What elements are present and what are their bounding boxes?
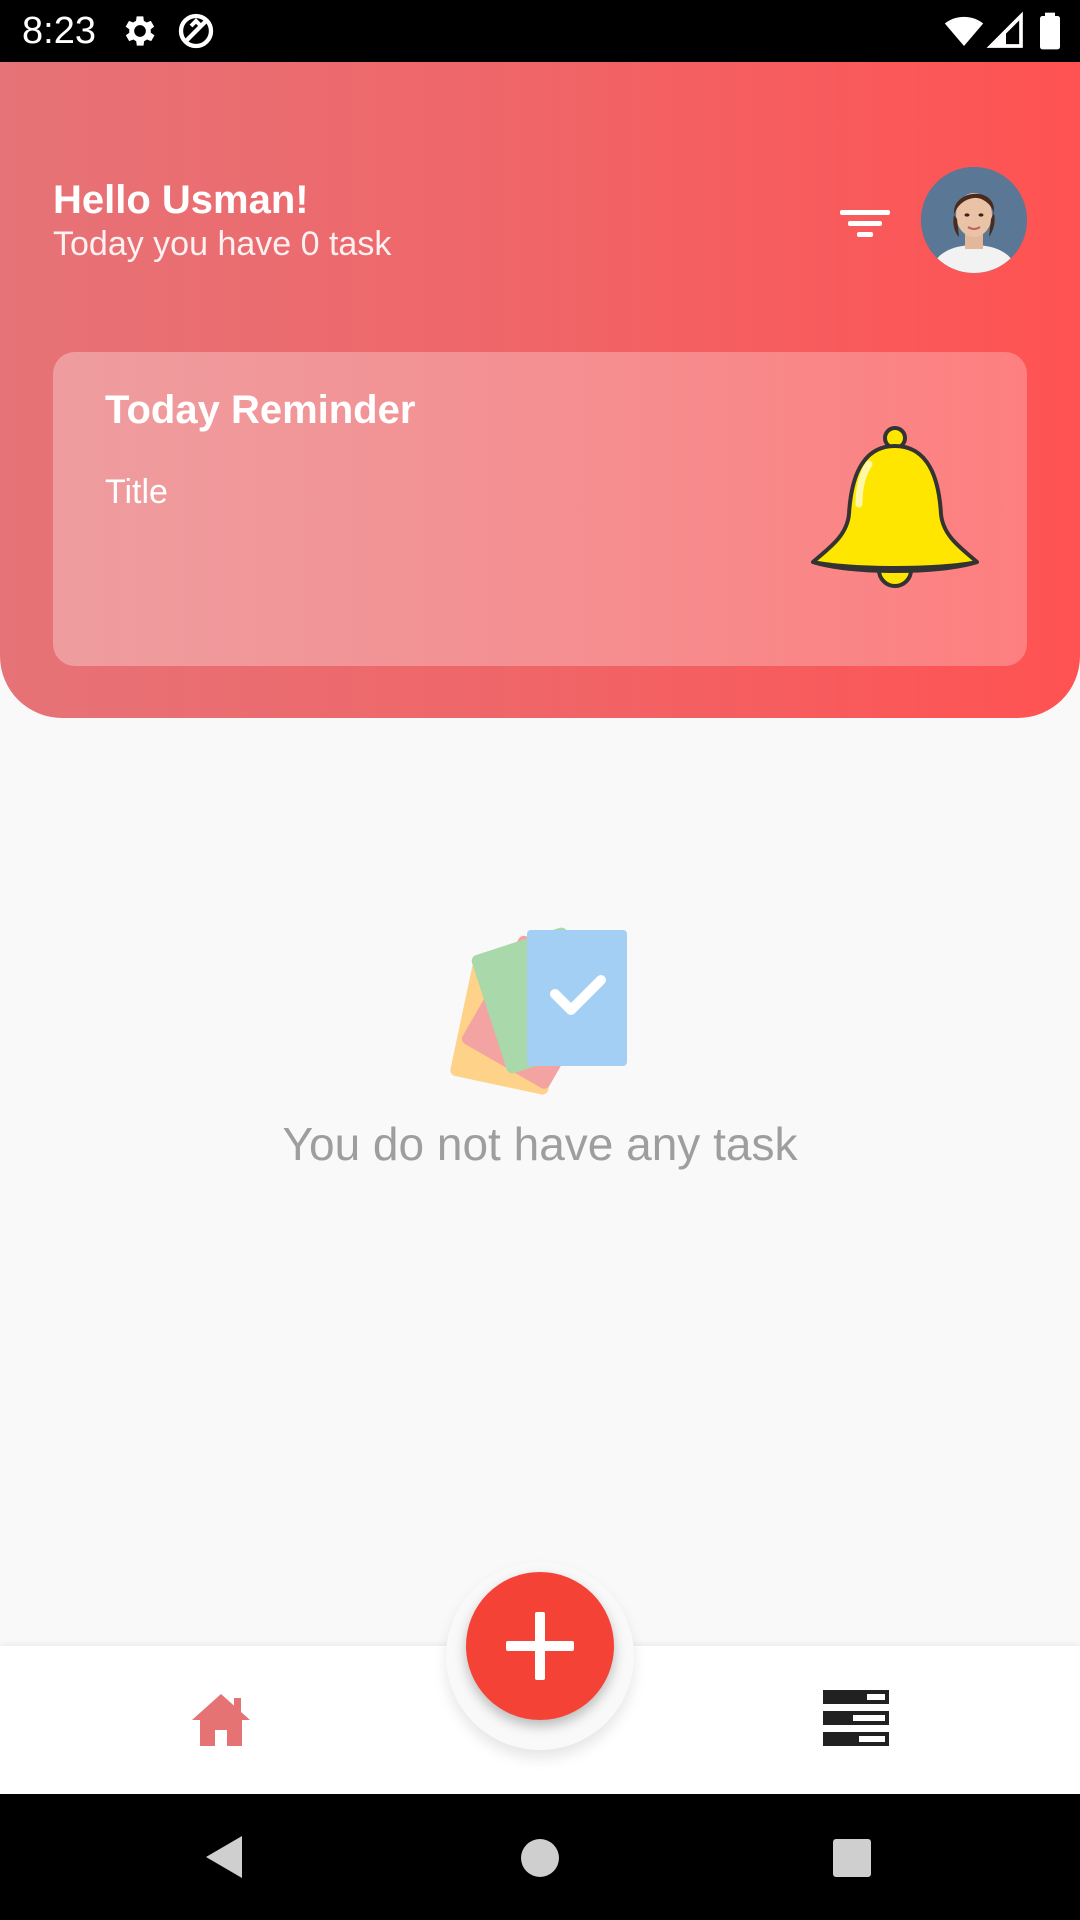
back-icon[interactable] bbox=[204, 1834, 244, 1880]
recents-icon[interactable] bbox=[832, 1838, 872, 1878]
wifi-icon bbox=[944, 16, 984, 46]
reminder-card[interactable]: Today Reminder Title bbox=[53, 352, 1027, 666]
home-circle-icon[interactable] bbox=[520, 1838, 560, 1878]
gear-icon bbox=[125, 16, 155, 46]
avatar-portrait bbox=[921, 167, 1027, 273]
header: Hello Usman! Today you have 0 task Today… bbox=[0, 62, 1080, 718]
app-screen: 8:23 Hello Usman! Today you have 0 task bbox=[0, 0, 1080, 1920]
battery-icon bbox=[1040, 12, 1060, 50]
reminder-subtitle: Title bbox=[105, 473, 168, 511]
home-icon[interactable] bbox=[190, 1692, 252, 1748]
bell-icon bbox=[811, 426, 979, 588]
status-bar: 8:23 bbox=[0, 0, 1080, 62]
empty-state-message: You do not have any task bbox=[282, 1118, 798, 1170]
greeting-title: Hello Usman! bbox=[53, 178, 309, 222]
filter-icon[interactable] bbox=[832, 190, 898, 256]
task-count-subtitle: Today you have 0 task bbox=[53, 225, 392, 263]
system-nav-bar bbox=[0, 1794, 1080, 1920]
user-avatar[interactable] bbox=[921, 167, 1027, 273]
add-task-button[interactable] bbox=[466, 1572, 614, 1720]
task-cards-icon bbox=[450, 927, 627, 1095]
list-icon[interactable] bbox=[823, 1690, 889, 1746]
reminder-title: Today Reminder bbox=[105, 388, 416, 432]
sync-icon bbox=[178, 13, 214, 49]
status-time: 8:23 bbox=[22, 10, 96, 52]
plus-icon bbox=[506, 1612, 574, 1680]
signal-icon bbox=[986, 11, 1023, 48]
